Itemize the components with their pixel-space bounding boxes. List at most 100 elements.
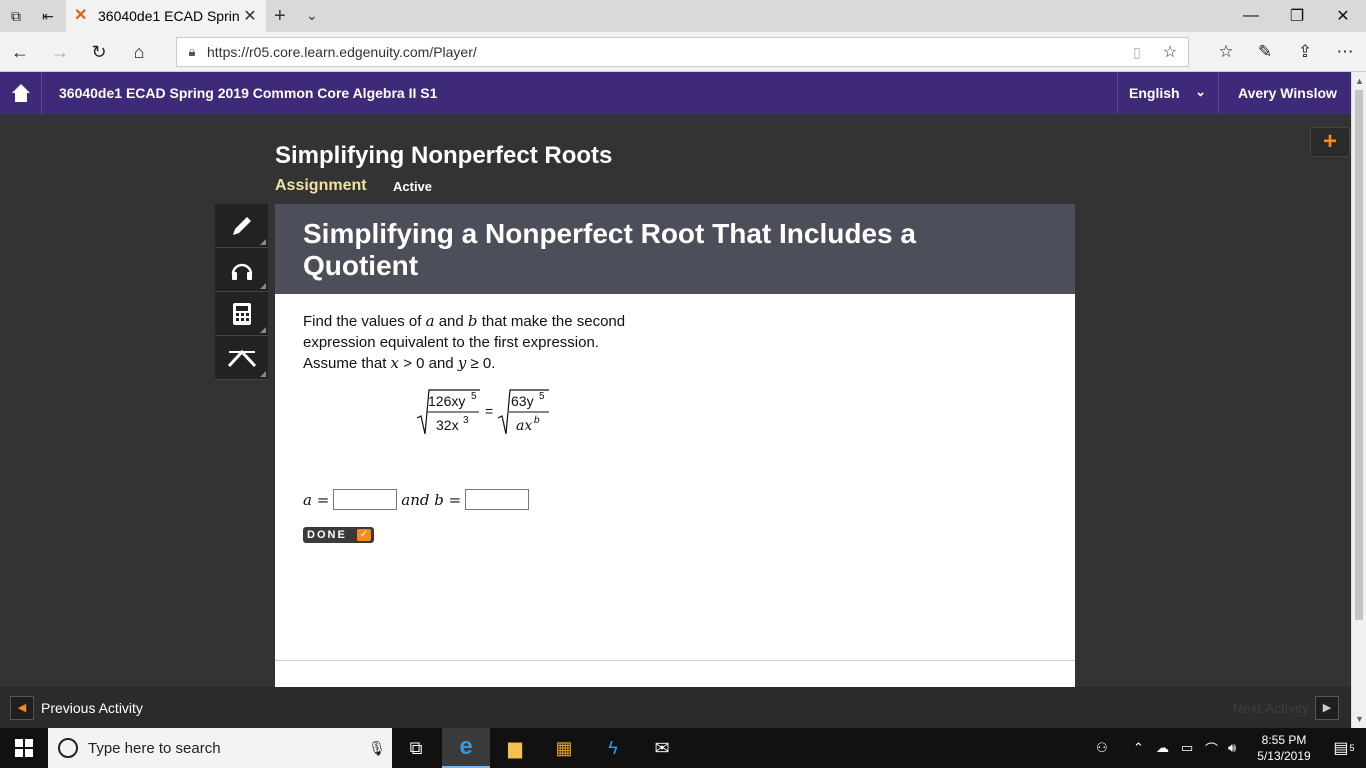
- scrollbar-thumb[interactable]: [1355, 90, 1363, 620]
- store-icon[interactable]: ▦: [540, 728, 588, 768]
- checkmark-icon: ✓: [357, 529, 371, 541]
- calculator-tool-button[interactable]: [215, 292, 268, 336]
- audio-tool-button[interactable]: [215, 248, 268, 292]
- tab-close-icon[interactable]: ✕: [240, 6, 260, 26]
- answer-a-label: a =: [303, 490, 330, 509]
- file-explorer-icon[interactable]: ▆: [491, 728, 539, 768]
- lesson-title: Simplifying Nonperfect Roots: [275, 142, 613, 169]
- left-numerator-exponent: 5: [471, 391, 477, 402]
- prompt-text: Assume that: [303, 355, 387, 372]
- previous-activity-button[interactable]: ◀ Previous Activity: [10, 696, 143, 720]
- clock-time: 8:55 PM: [1261, 733, 1307, 747]
- scroll-up-icon[interactable]: ▲: [1355, 76, 1364, 86]
- right-denominator: ax: [516, 418, 532, 434]
- tool-expand-corner: [260, 283, 266, 289]
- answer-a-input[interactable]: [333, 489, 398, 510]
- window-close-icon[interactable]: ✕: [1320, 0, 1366, 32]
- back-icon[interactable]: ←: [8, 40, 32, 64]
- activity-nav-bar: ◀ Previous Activity Next Activity ▶: [0, 687, 1351, 728]
- edge-browser-icon[interactable]: e: [442, 728, 490, 768]
- refresh-icon[interactable]: ↻: [87, 40, 111, 64]
- prompt-text: Find the values of: [303, 313, 422, 330]
- pencil-icon: [232, 216, 251, 235]
- restore-icon[interactable]: ❐: [1274, 0, 1320, 32]
- taskbar-search-box[interactable]: Type here to search 🎙︎: [48, 728, 392, 768]
- browser-tab-strip: ⧉ ⇤ ✕ 36040de1 ECAD Spring ✕ + ⌄ — ❐ ✕: [0, 0, 1366, 32]
- tray-chevron-up-icon[interactable]: ⌃: [1133, 728, 1144, 768]
- done-label: DONE: [307, 529, 347, 541]
- prompt-var-b: b: [467, 312, 478, 330]
- right-numerator-exponent: 5: [539, 391, 545, 402]
- favorite-star-icon[interactable]: ☆: [1152, 42, 1188, 62]
- microphone-icon[interactable]: 🎙︎: [362, 740, 392, 757]
- calculator-icon: [232, 302, 251, 325]
- reading-view-icon[interactable]: ▯: [1122, 44, 1152, 61]
- browser-tab-active[interactable]: ✕ 36040de1 ECAD Spring ✕: [66, 0, 266, 32]
- prompt-text: ≥ 0.: [470, 355, 496, 372]
- question-prompt: Find the values of a and b that make the…: [303, 311, 663, 374]
- windows-taskbar: Type here to search 🎙︎ ⧉ e ▆ ▦ ϟ ✉ ⚇ ⌃ ☁…: [0, 728, 1366, 768]
- prompt-var-y: y: [457, 354, 467, 372]
- system-clock[interactable]: 8:55 PM 5/13/2019: [1244, 732, 1324, 764]
- chevron-down-icon: ⌄: [1195, 84, 1206, 99]
- pencil-tool-button[interactable]: [215, 204, 268, 248]
- onedrive-icon[interactable]: ☁: [1156, 728, 1169, 768]
- tab-actions-icon[interactable]: ⧉: [6, 6, 26, 26]
- prompt-var-x: x: [390, 354, 400, 372]
- done-button[interactable]: DONE ✓: [303, 527, 374, 543]
- tool-expand-corner: [260, 327, 266, 333]
- share-icon[interactable]: ⇪: [1292, 40, 1318, 64]
- question-header: Simplifying a Nonperfect Root That Inclu…: [275, 204, 1075, 294]
- start-button[interactable]: [0, 728, 48, 768]
- wifi-icon[interactable]: ⌒: [1205, 728, 1218, 768]
- favorites-hub-icon[interactable]: ☆: [1213, 40, 1239, 64]
- search-placeholder: Type here to search: [88, 739, 221, 757]
- browser-nav-bar: ← → ↻ ⌂ 🔒︎ https://r05.core.learn.edgenu…: [0, 32, 1366, 72]
- set-aside-tabs-icon[interactable]: ⇤: [38, 6, 58, 26]
- user-name[interactable]: Avery Winslow: [1238, 85, 1337, 101]
- activity-status: Active: [393, 179, 433, 194]
- add-notes-icon[interactable]: ✎: [1252, 40, 1278, 64]
- page-scrollbar[interactable]: ▲ ▼: [1351, 72, 1366, 728]
- address-bar[interactable]: 🔒︎ https://r05.core.learn.edgenuity.com/…: [176, 37, 1189, 67]
- left-numerator: 126xy: [428, 393, 465, 409]
- next-activity-button[interactable]: Next Activity ▶: [1233, 696, 1339, 720]
- power-automate-icon[interactable]: ϟ: [589, 728, 637, 768]
- clock-date: 5/13/2019: [1257, 749, 1311, 763]
- answer-b-label: and b =: [401, 490, 462, 509]
- arrow-right-icon: ▶: [1315, 696, 1339, 720]
- mail-icon[interactable]: ✉: [638, 728, 686, 768]
- prompt-var-a: a: [425, 312, 435, 330]
- tool-rail: [215, 204, 268, 380]
- right-denominator-exponent: b: [534, 415, 540, 426]
- forward-icon[interactable]: →: [48, 40, 72, 64]
- scroll-down-icon[interactable]: ▼: [1355, 714, 1364, 724]
- minimize-icon[interactable]: —: [1228, 0, 1274, 32]
- next-activity-label: Next Activity: [1232, 700, 1309, 716]
- course-home-button[interactable]: [0, 72, 42, 114]
- headphones-icon: [231, 263, 252, 280]
- highlight-tool-button[interactable]: [215, 336, 268, 380]
- left-denominator-exponent: 3: [463, 415, 469, 426]
- prompt-text: > 0 and: [403, 355, 454, 372]
- tab-list-chevron-icon[interactable]: ⌄: [306, 7, 318, 24]
- home-icon[interactable]: ⌂: [127, 40, 151, 64]
- more-menu-icon[interactable]: ⋯: [1332, 40, 1358, 64]
- lock-icon: 🔒︎: [188, 44, 196, 59]
- action-center-button[interactable]: ▤ 5: [1322, 728, 1366, 768]
- task-view-icon[interactable]: ⧉: [392, 728, 440, 768]
- answer-b-input[interactable]: [465, 489, 530, 510]
- right-numerator: 63y: [511, 393, 534, 409]
- radical-equation: 126xy 5 32x 3 = 63y 5 ax b: [416, 389, 549, 435]
- people-icon[interactable]: ⚇: [1096, 728, 1108, 768]
- question-heading: Simplifying a Nonperfect Root That Inclu…: [303, 218, 916, 281]
- expand-plus-button[interactable]: +: [1310, 127, 1350, 157]
- course-header: 36040de1 ECAD Spring 2019 Common Core Al…: [0, 72, 1351, 114]
- new-tab-icon[interactable]: +: [274, 5, 286, 28]
- battery-icon[interactable]: ▭: [1181, 728, 1193, 768]
- left-denominator: 32x: [436, 417, 459, 433]
- question-footer: [275, 660, 1075, 687]
- volume-icon[interactable]: 🔊︎: [1228, 728, 1236, 768]
- language-selector[interactable]: English ⌄: [1117, 72, 1219, 114]
- address-url[interactable]: https://r05.core.learn.edgenuity.com/Pla…: [207, 44, 1122, 60]
